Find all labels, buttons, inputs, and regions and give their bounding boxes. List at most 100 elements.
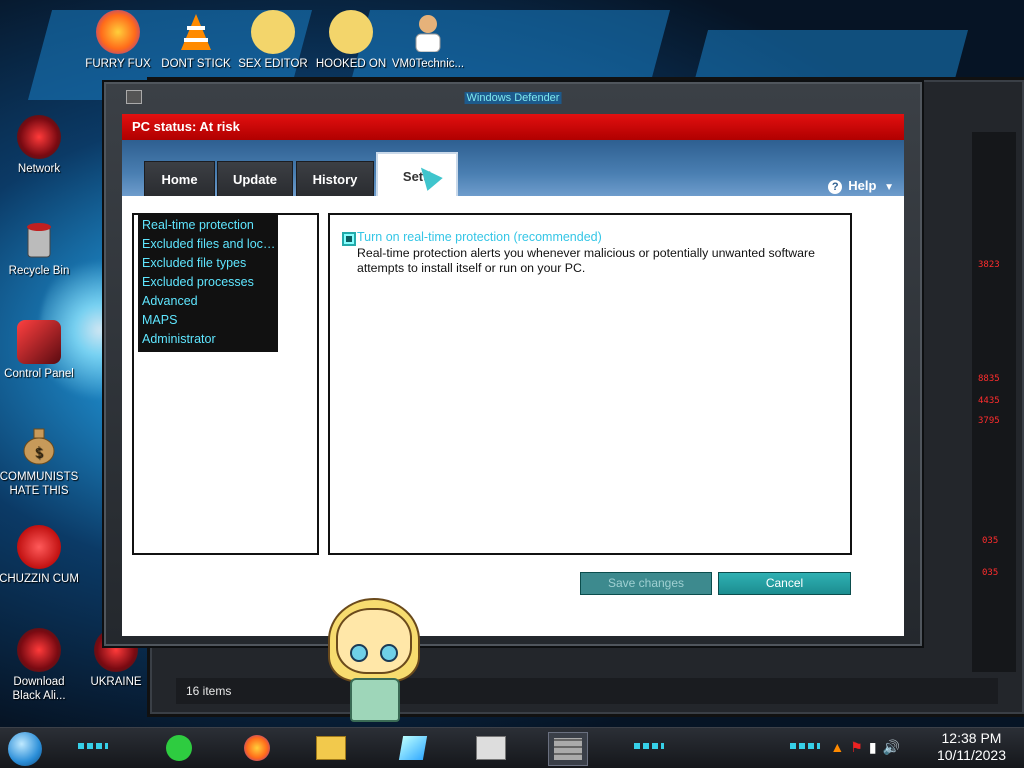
desktop-icon-vm0technic[interactable]: VM0Technic... [388,10,468,71]
save-changes-button[interactable]: Save changes [580,572,712,595]
desktop-icon-label: Network [17,163,61,175]
settings-nav-list: Real-time protection Excluded files and … [138,215,278,352]
chevron-down-icon: ▼ [884,182,894,193]
nav-item-excluded-processes[interactable]: Excluded processes [138,273,278,292]
printer-icon [476,736,506,760]
window-title: Windows Defender [464,92,562,104]
realtime-protection-panel: Turn on real-time protection (recommende… [328,213,852,555]
red-digit-readout: 3823 [978,260,1000,270]
cartoon-icon [329,10,373,54]
cartoon-icon [251,10,295,54]
nav-item-excluded-file-types[interactable]: Excluded file types [138,254,278,273]
desktop-icon-chuzzin[interactable]: CHUZZIN CUM [0,525,79,586]
tab-update[interactable]: Update [217,161,293,196]
taskbar-decoration [78,743,108,749]
sticker-dress [350,678,400,722]
item-count: 16 items [186,684,232,698]
nav-item-advanced[interactable]: Advanced [138,292,278,311]
help-label: Help [848,178,877,193]
doctor-icon [406,10,450,54]
action-center-icon[interactable]: ⚑ [850,739,863,756]
desktop-icon-label: HOOKED ON XONIX [315,58,387,70]
help-icon: ? [828,180,843,194]
desktop-icon-label: Download Black Ali... [12,676,66,702]
realtime-protection-label[interactable]: Turn on real-time protection (recommende… [357,230,602,244]
tab-home[interactable]: Home [144,161,215,196]
chuzzle-icon [17,525,61,569]
money-bag-icon: $ [17,423,61,467]
control-panel-icon [17,320,61,364]
window-titlebar[interactable]: Windows Defender [106,84,920,114]
window-system-icon[interactable] [126,90,142,104]
system-clock[interactable]: 12:38 PM 10/11/2023 [937,730,1006,764]
settings-content: Real-time protection Excluded files and … [122,196,904,636]
taskbar-media[interactable] [394,732,432,764]
folder-icon [316,736,346,760]
vlc-icon [174,10,218,54]
taskbar-file-explorer[interactable] [312,732,350,764]
nav-item-excluded-files[interactable]: Excluded files and locat... [138,235,278,254]
desktop-icon-dont-stick[interactable]: DONT STICK THIS IN YO... [156,10,236,71]
sticker-eye [380,644,398,662]
sticker-eye [350,644,368,662]
background-window-side-panel: 3823 8835 4435 3795 035 035 [972,132,1016,672]
taskbar-decoration [790,743,820,749]
media-icon [398,736,428,760]
red-digit-readout: 4435 [978,396,1000,406]
nav-item-maps[interactable]: MAPS [138,311,278,330]
desktop-icon-label: SEX EDITOR [238,58,308,70]
desktop-icon-label: UKRAINE [90,676,142,688]
desktop-icon-network[interactable]: Network [0,115,79,176]
shield-icon [554,738,582,760]
notification-icon[interactable]: ▲ [830,739,844,756]
desktop-icon-communists[interactable]: $ COMMUNISTS HATE THIS G... [0,423,79,498]
tab-history[interactable]: History [296,161,374,196]
desktop-icon-label: COMMUNISTS HATE THIS G... [0,471,79,497]
taskbar-printer[interactable] [472,732,510,764]
desktop-icon-download-black-alien[interactable]: Download Black Ali... [0,628,79,703]
nav-item-real-time-protection[interactable]: Real-time protection [138,216,278,235]
system-tray: ▲ ⚑ ▮ 🔊 [830,739,900,756]
taskbar-notes-app[interactable] [160,732,198,764]
desktop-icon-hooked-on-xonix[interactable]: HOOKED ON XONIX [311,10,391,71]
settings-nav-panel: Real-time protection Excluded files and … [132,213,319,555]
desktop-icon-label: FURRY FUX [85,58,151,70]
help-menu[interactable]: ? Help ▼ [828,178,894,194]
network-icon [17,115,61,159]
windows-defender-window[interactable]: Windows Defender PC status: At risk Home… [104,82,922,646]
pc-status-banner: PC status: At risk [122,114,904,140]
cancel-button[interactable]: Cancel [718,572,851,595]
desktop-icon-label: CHUZZIN CUM [0,573,79,585]
sticker-face [336,608,412,674]
firefox-icon [96,10,140,54]
desktop-icon-label: VM0Technic... [391,58,465,70]
taskbar-defender[interactable] [548,732,588,766]
desktop-icon-sex-editor[interactable]: SEX EDITOR [233,10,313,71]
clock-time: 12:38 PM [941,730,1002,746]
desktop-icon-control-panel[interactable]: Control Panel [0,320,79,381]
red-digit-readout: 3795 [978,416,1000,426]
network-status-icon[interactable]: ▮ [869,739,877,756]
realtime-protection-checkbox[interactable] [342,232,356,246]
red-digit-readout: 035 [982,536,999,546]
realtime-protection-description: Real-time protection alerts you whenever… [357,246,815,275]
tab-strip: Home Update History Setti ? Help ▼ [122,140,904,196]
desktop-icon-label: Recycle Bin [8,265,70,277]
desktop-icon-recycle-bin[interactable]: Recycle Bin [0,217,79,278]
volume-icon[interactable]: 🔊 [883,739,900,756]
taskbar-decoration [634,743,664,749]
firefox-icon [244,735,270,761]
notes-icon [166,735,192,761]
alien-icon [17,628,61,672]
background-window-status-bar: 16 items [176,678,998,704]
desktop-icon-label: Control Panel [4,368,74,380]
taskbar-firefox[interactable] [238,732,276,764]
desktop-icon-label: DONT STICK THIS IN YO... [161,58,231,70]
desktop-icon-furry-fux[interactable]: FURRY FUX [78,10,158,71]
defender-body: PC status: At risk Home Update History S… [122,114,904,636]
red-digit-readout: 035 [982,568,999,578]
clock-date: 10/11/2023 [936,747,1006,763]
start-button[interactable] [8,732,42,766]
nav-item-administrator[interactable]: Administrator [138,330,278,349]
recycle-bin-icon [17,217,61,261]
